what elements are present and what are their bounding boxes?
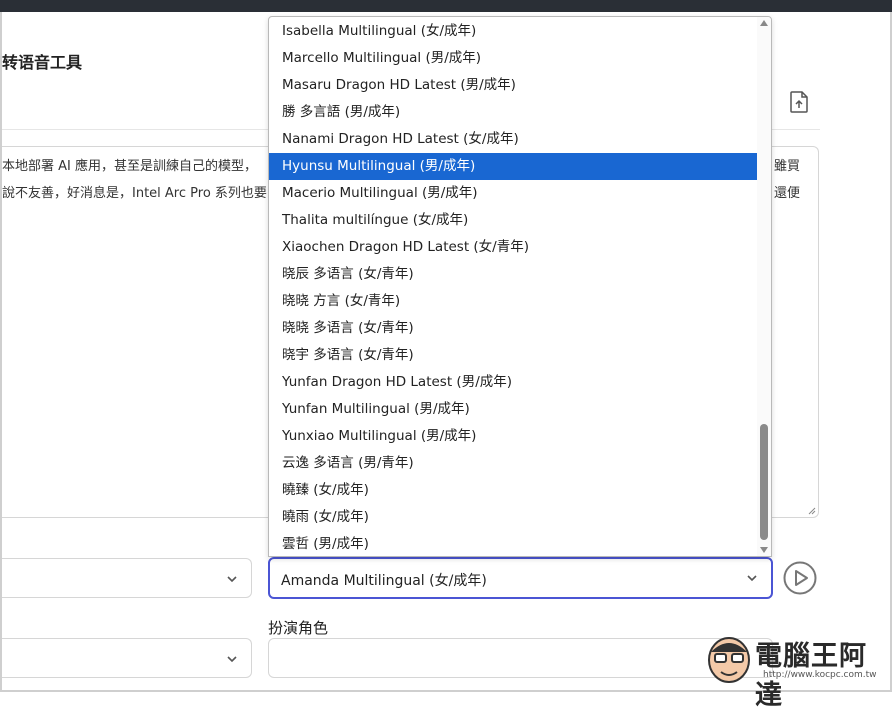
chevron-down-icon: [227, 576, 237, 583]
file-upload-icon: [790, 91, 808, 113]
voice-option[interactable]: Yunxiao Multilingual (男/成年): [269, 423, 757, 450]
play-preview-button[interactable]: [783, 561, 817, 595]
scroll-up-icon[interactable]: [760, 20, 768, 26]
role-select[interactable]: [268, 638, 773, 678]
voice-option[interactable]: 晓辰 多语言 (女/青年): [269, 261, 757, 288]
upload-file-button[interactable]: [788, 90, 810, 114]
role-label: 扮演角色: [268, 619, 329, 637]
play-circle-icon: [783, 561, 817, 595]
text-overflow-2: 還便: [773, 186, 800, 201]
scrollbar-thumb[interactable]: [760, 424, 768, 540]
language-select[interactable]: [2, 558, 252, 598]
voice-option[interactable]: 雲哲 (男/成年): [269, 531, 757, 556]
voice-option[interactable]: 曉臻 (女/成年): [269, 477, 757, 504]
page-title: 转语音工具: [2, 53, 83, 72]
resize-grip-icon[interactable]: [808, 507, 816, 515]
voice-select[interactable]: Amanda Multilingual (女/成年): [268, 557, 773, 599]
voice-option[interactable]: Masaru Dragon HD Latest (男/成年): [269, 72, 757, 99]
style-select[interactable]: [2, 638, 252, 678]
voice-option[interactable]: 曉雨 (女/成年): [269, 504, 757, 531]
watermark-url: http://www.kocpc.com.tw: [763, 670, 877, 680]
text-overflow-1: 雖買: [773, 159, 800, 174]
voice-options: Isabella Multilingual (女/成年) Marcello Mul…: [269, 18, 757, 556]
voice-option[interactable]: Nanami Dragon HD Latest (女/成年): [269, 126, 757, 153]
scroll-down-icon[interactable]: [760, 547, 768, 553]
voice-option[interactable]: Isabella Multilingual (女/成年): [269, 18, 757, 45]
voice-option[interactable]: Yunfan Dragon HD Latest (男/成年): [269, 369, 757, 396]
voice-option[interactable]: 晓宇 多语言 (女/青年): [269, 342, 757, 369]
voice-option[interactable]: Macerio Multilingual (男/成年): [269, 180, 757, 207]
watermark-logo: 電腦王阿達 http://www.kocpc.com.tw: [703, 630, 889, 711]
voice-dropdown-list[interactable]: Isabella Multilingual (女/成年) Marcello Mul…: [268, 16, 772, 557]
voice-option[interactable]: Yunfan Multilingual (男/成年): [269, 396, 757, 423]
voice-option[interactable]: 勝 多言語 (男/成年): [269, 99, 757, 126]
voice-option[interactable]: Thalita multilíngue (女/成年): [269, 207, 757, 234]
voice-option[interactable]: Xiaochen Dragon HD Latest (女/青年): [269, 234, 757, 261]
voice-select-value: Amanda Multilingual (女/成年): [281, 573, 487, 589]
chevron-down-icon: [747, 575, 757, 582]
chevron-down-icon: [227, 656, 237, 663]
voice-option[interactable]: Hyunsu Multilingual (男/成年): [269, 153, 757, 180]
voice-option[interactable]: 晓晓 多语言 (女/青年): [269, 315, 757, 342]
mascot-face-icon: [708, 637, 750, 683]
window-top-bar: [0, 0, 892, 12]
voice-option[interactable]: 云逸 多语言 (男/青年): [269, 450, 757, 477]
voice-option[interactable]: 晓晓 方言 (女/青年): [269, 288, 757, 315]
voice-option[interactable]: Marcello Multilingual (男/成年): [269, 45, 757, 72]
dropdown-scrollbar[interactable]: [757, 17, 771, 556]
